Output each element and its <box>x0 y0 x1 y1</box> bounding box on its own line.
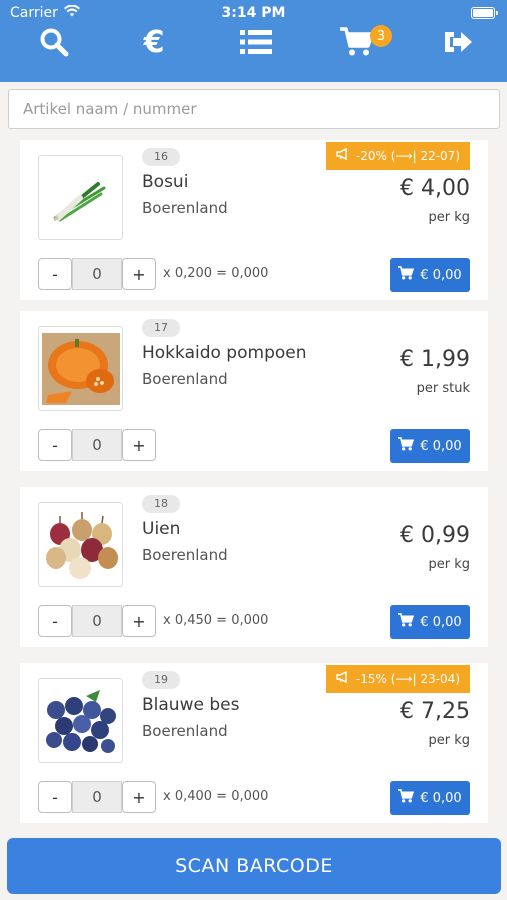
megaphone-icon <box>336 665 350 693</box>
product-name: Blauwe bes <box>142 695 240 715</box>
product-supplier: Boerenland <box>142 722 228 740</box>
product-unit: per kg <box>428 557 470 572</box>
list-button[interactable] <box>236 24 276 60</box>
battery-icon <box>471 7 498 19</box>
logout-button[interactable] <box>438 24 478 60</box>
megaphone-icon <box>336 142 350 170</box>
add-to-cart-label: € 0,00 <box>420 267 462 283</box>
promo-badge: -15% (⟶| 23-04) <box>325 665 470 693</box>
product-number: 19 <box>142 671 180 689</box>
product-price: € 0,99 <box>400 523 470 548</box>
logout-icon <box>443 29 473 55</box>
product-price: € 4,00 <box>400 176 470 201</box>
status-bar: Carrier 3:14 PM <box>0 4 507 24</box>
product-card: 16 Bosui Boerenland -20% (⟶| 22-07) € 4,… <box>20 140 488 300</box>
product-number: 17 <box>142 319 180 337</box>
promo-label: -20% (⟶| 22-07) <box>355 149 460 163</box>
product-price: € 1,99 <box>400 347 470 372</box>
product-image-uien <box>38 502 123 587</box>
increase-button[interactable]: + <box>122 605 156 637</box>
product-card: 17 Hokkaido pompoen Boerenland € 1,99 pe… <box>20 311 488 471</box>
quantity-field[interactable]: 0 <box>72 429 122 461</box>
quantity-field[interactable]: 0 <box>72 605 122 637</box>
product-number: 16 <box>142 148 180 166</box>
prices-button[interactable]: € <box>134 24 174 60</box>
search-input[interactable] <box>8 89 500 129</box>
list-icon <box>240 29 272 55</box>
quantity-stepper: - 0 + <box>38 429 156 461</box>
search-button[interactable] <box>34 24 74 60</box>
product-price: € 7,25 <box>400 699 470 724</box>
quantity-stepper: - 0 + <box>38 258 156 290</box>
add-to-cart-label: € 0,00 <box>420 790 462 806</box>
product-supplier: Boerenland <box>142 199 228 217</box>
product-image-hokkaido-pompoen <box>38 326 123 411</box>
product-supplier: Boerenland <box>142 546 228 564</box>
decrease-button[interactable]: - <box>38 258 72 290</box>
product-name: Uien <box>142 519 181 539</box>
scan-barcode-button[interactable]: SCAN BARCODE <box>7 838 501 894</box>
product-supplier: Boerenland <box>142 370 228 388</box>
status-time: 3:14 PM <box>221 5 286 21</box>
add-to-cart-button[interactable]: € 0,00 <box>390 781 470 815</box>
increase-button[interactable]: + <box>122 429 156 461</box>
add-to-cart-button[interactable]: € 0,00 <box>390 258 470 292</box>
weight-calculation: x 0,400 = 0,000 <box>163 789 269 804</box>
weight-calculation: x 0,450 = 0,000 <box>163 613 269 628</box>
increase-button[interactable]: + <box>122 781 156 813</box>
decrease-button[interactable]: - <box>38 429 72 461</box>
increase-button[interactable]: + <box>122 258 156 290</box>
quantity-stepper: - 0 + <box>38 781 156 813</box>
cart-icon <box>398 613 415 631</box>
product-unit: per kg <box>428 733 470 748</box>
decrease-button[interactable]: - <box>38 605 72 637</box>
add-to-cart-label: € 0,00 <box>420 438 462 454</box>
product-card: 19 Blauwe bes Boerenland -15% (⟶| 23-04)… <box>20 663 488 823</box>
cart-icon <box>398 266 415 284</box>
add-to-cart-label: € 0,00 <box>420 614 462 630</box>
app-header: Carrier 3:14 PM € 3 <box>0 0 507 82</box>
cart-icon <box>398 789 415 807</box>
cart-icon <box>398 437 415 455</box>
product-name: Bosui <box>142 172 189 192</box>
product-image-bosui <box>38 155 123 240</box>
product-image-blauwe-bes <box>38 678 123 763</box>
add-to-cart-button[interactable]: € 0,00 <box>390 429 470 463</box>
promo-label: -15% (⟶| 23-04) <box>355 672 460 686</box>
weight-calculation: x 0,200 = 0,000 <box>163 266 269 281</box>
add-to-cart-button[interactable]: € 0,00 <box>390 605 470 639</box>
cart-icon <box>340 27 374 57</box>
product-unit: per stuk <box>416 381 470 396</box>
cart-count-badge: 3 <box>370 25 392 47</box>
quantity-stepper: - 0 + <box>38 605 156 637</box>
nav-bar: € <box>0 24 507 60</box>
promo-badge: -20% (⟶| 22-07) <box>325 142 470 170</box>
quantity-field[interactable]: 0 <box>72 258 122 290</box>
euro-icon: € <box>143 24 165 60</box>
quantity-field[interactable]: 0 <box>72 781 122 813</box>
search-icon <box>39 27 69 57</box>
decrease-button[interactable]: - <box>38 781 72 813</box>
product-name: Hokkaido pompoen <box>142 343 307 363</box>
product-unit: per kg <box>428 210 470 225</box>
product-number: 18 <box>142 495 180 513</box>
product-card: 18 Uien Boerenland € 0,99 per kg - 0 + x… <box>20 487 488 647</box>
